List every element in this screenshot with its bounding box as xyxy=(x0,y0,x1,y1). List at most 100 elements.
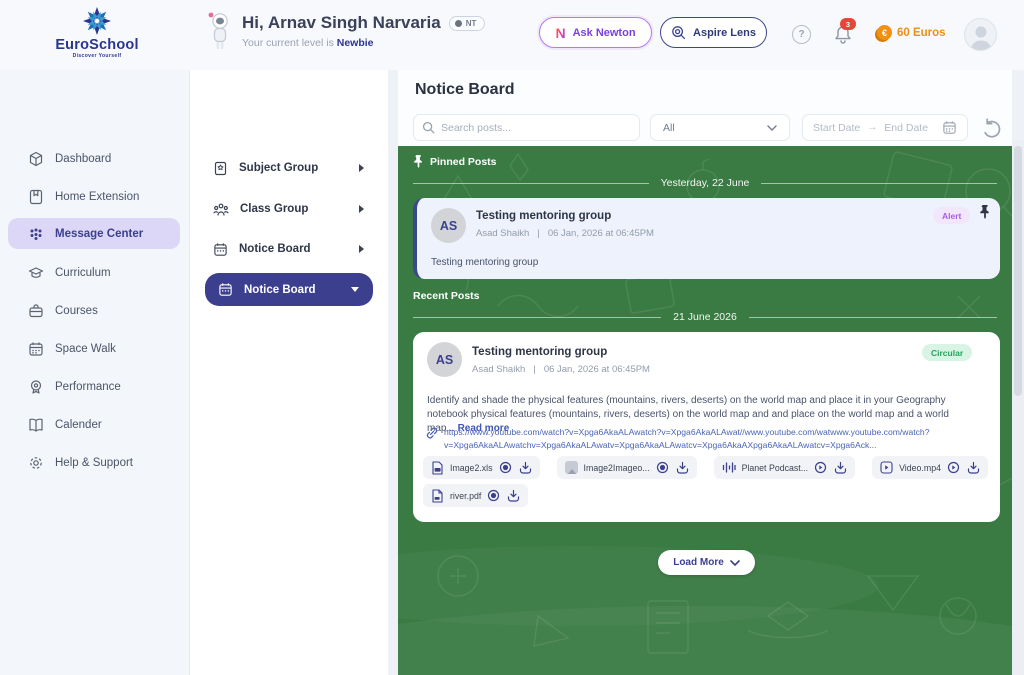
sidebar-label: Dashboard xyxy=(55,153,111,165)
search-input[interactable] xyxy=(441,122,631,134)
chevron-down-icon xyxy=(767,125,777,131)
attachment-name: Image2.xls xyxy=(450,463,493,473)
view-icon[interactable] xyxy=(656,461,669,474)
download-icon[interactable] xyxy=(507,489,520,502)
medal-icon xyxy=(28,379,44,395)
profile-avatar[interactable] xyxy=(964,18,997,51)
recent-divider-label: 21 June 2026 xyxy=(673,311,737,323)
post-type-badge: Circular xyxy=(922,344,972,361)
scrollbar-track[interactable] xyxy=(1012,140,1024,675)
view-icon[interactable] xyxy=(487,489,500,502)
attachment-chip-video[interactable]: Video.mp4 xyxy=(872,456,988,479)
brand-tagline: Discover Yourself xyxy=(52,53,142,59)
open-book-icon xyxy=(28,417,44,433)
waveform-icon xyxy=(722,461,736,474)
chevron-right-icon xyxy=(359,245,364,253)
recent-posts-label: Recent Posts xyxy=(413,290,480,302)
sidebar-item-message-center[interactable]: Message Center xyxy=(8,218,180,249)
level-dot-icon xyxy=(455,20,462,27)
top-header: EuroSchool Discover Yourself Hi, Arnav S… xyxy=(0,0,1024,70)
sidebar-item-curriculum[interactable]: Curriculum xyxy=(8,257,180,288)
gear-icon xyxy=(28,455,44,471)
download-icon[interactable] xyxy=(834,461,847,474)
load-more-label: Load More xyxy=(673,557,724,568)
level-badge: NT xyxy=(449,16,486,31)
panel-item-class-group[interactable]: Class Group xyxy=(200,194,378,224)
attachment-chip-image[interactable]: Image2Imageo... xyxy=(557,456,697,479)
help-icon[interactable]: ? xyxy=(792,25,811,44)
pinned-post-card[interactable]: AS Testing mentoring group Asad Shaikh |… xyxy=(413,198,1000,279)
chevron-right-icon xyxy=(359,164,364,172)
help-glyph: ? xyxy=(798,29,804,40)
attachments-row-2: river.pdf xyxy=(423,484,528,507)
category-filter-select[interactable]: All xyxy=(650,114,790,141)
sidebar-item-courses[interactable]: Courses xyxy=(8,295,180,326)
brand-logo[interactable]: EuroSchool Discover Yourself xyxy=(52,6,142,59)
download-icon[interactable] xyxy=(967,461,980,474)
date-range-picker[interactable]: Start Date → End Date xyxy=(802,114,968,141)
chevron-down-icon xyxy=(730,560,740,566)
link-line-2: v=Xpga6AkaALAwatchv=Xpga6AkaALAwatv=Xpga… xyxy=(444,439,930,452)
pinned-posts-header: Pinned Posts xyxy=(413,155,497,168)
post-link[interactable]: https://www.youtube.com/watch?v=Xpga6Aka… xyxy=(444,426,930,452)
calendar-icon xyxy=(218,282,233,297)
meta-separator: | xyxy=(533,364,535,375)
notification-count-badge[interactable]: 3 xyxy=(840,18,856,30)
people-icon xyxy=(213,202,229,217)
brand-name: EuroSchool xyxy=(52,37,142,53)
calendar-icon xyxy=(213,242,228,257)
calendar-icon xyxy=(28,341,44,357)
post-link-row: https://www.youtube.com/watch?v=Xpga6Aka… xyxy=(425,426,930,452)
sidebar-item-home-extension[interactable]: Home Extension xyxy=(8,181,180,212)
search-icon xyxy=(422,121,435,134)
post-body: Testing mentoring group xyxy=(431,257,538,268)
sidebar-label: Performance xyxy=(55,381,121,393)
play-icon[interactable] xyxy=(814,461,827,474)
post-type-badge: Alert xyxy=(933,207,970,224)
recent-post-card[interactable]: AS Testing mentoring group Asad Shaikh |… xyxy=(413,332,1000,522)
post-timestamp: 06 Jan, 2026 at 06:45PM xyxy=(544,364,650,375)
astronaut-avatar xyxy=(206,10,232,52)
aspire-lens-button[interactable]: Aspire Lens xyxy=(660,17,767,48)
person-icon xyxy=(969,24,993,50)
post-timestamp: 06 Jan, 2026 at 06:45PM xyxy=(548,228,654,239)
filter-selected-value: All xyxy=(663,122,675,134)
attachment-chip-pdf[interactable]: river.pdf xyxy=(423,484,528,507)
attachment-chip-audio[interactable]: Planet Podcast... xyxy=(714,456,856,479)
level-prefix: Your current level is xyxy=(242,37,334,49)
sidebar-label: Space Walk xyxy=(55,343,116,355)
image-thumbnail xyxy=(565,461,578,474)
view-icon[interactable] xyxy=(499,461,512,474)
euros-balance[interactable]: € 60 Euros xyxy=(877,25,946,40)
pinned-date-divider: Yesterday, 22 June xyxy=(413,177,997,189)
sidebar-item-calender[interactable]: Calender xyxy=(8,409,180,440)
notice-board-area: Pinned Posts Yesterday, 22 June AS Testi… xyxy=(398,146,1012,675)
user-greeting: Hi, Arnav Singh Narvaria xyxy=(242,13,441,33)
level-subtitle: Your current level is Newbie xyxy=(242,37,485,49)
sidebar-item-performance[interactable]: Performance xyxy=(8,371,180,402)
pin-icon[interactable] xyxy=(979,205,991,219)
play-icon[interactable] xyxy=(947,461,960,474)
main-sidebar: Dashboard Home Extension Message Center … xyxy=(0,70,190,675)
ask-newton-button[interactable]: N Ask Newton xyxy=(539,17,652,48)
panel-item-notice-board[interactable]: Notice Board xyxy=(200,234,378,264)
panel-item-notice-board-active[interactable]: Notice Board xyxy=(205,273,373,306)
sidebar-item-space-walk[interactable]: Space Walk xyxy=(8,333,180,364)
date-arrow-icon: → xyxy=(867,122,877,133)
post-meta: Asad Shaikh | 06 Jan, 2026 at 06:45PM xyxy=(476,228,654,239)
attachment-chip-xls[interactable]: Image2.xls xyxy=(423,456,540,479)
notification-count: 3 xyxy=(846,20,850,29)
sidebar-item-dashboard[interactable]: Dashboard xyxy=(8,143,180,174)
recent-date-divider: 21 June 2026 xyxy=(413,311,997,323)
panel-item-subject-group[interactable]: Subject Group xyxy=(200,153,378,183)
panel-item-label: Subject Group xyxy=(239,162,318,174)
sidebar-item-help-support[interactable]: Help & Support xyxy=(8,447,180,478)
load-more-button[interactable]: Load More xyxy=(658,550,755,575)
scrollbar-thumb[interactable] xyxy=(1014,146,1022,396)
download-icon[interactable] xyxy=(676,461,689,474)
download-icon[interactable] xyxy=(519,461,532,474)
attachments-row-1: Image2.xls Image2Imageo... xyxy=(423,456,988,479)
level-badge-text: NT xyxy=(466,19,477,28)
sidebar-label: Home Extension xyxy=(55,191,139,203)
refresh-icon[interactable] xyxy=(979,116,1002,139)
